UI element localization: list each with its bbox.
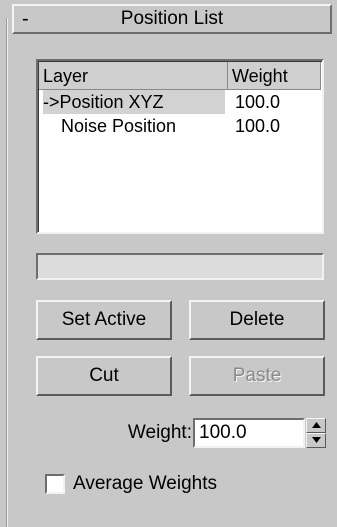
delete-button[interactable]: Delete [189, 300, 325, 340]
layer-listbox-body: Layer Weight ->Position XYZ 100.0 Noise … [38, 61, 322, 232]
weight-input[interactable]: 100.0 [193, 418, 305, 448]
rollout-header[interactable]: Position List - [12, 4, 332, 34]
weight-spinner[interactable] [306, 418, 326, 448]
weight-label: Weight: [127, 422, 192, 443]
list-row-position-xyz[interactable]: ->Position XYZ 100.0 [39, 90, 321, 114]
cut-button[interactable]: Cut [36, 356, 172, 396]
rollout-title: Position List [120, 8, 224, 29]
collapse-toggle[interactable]: - [22, 6, 29, 32]
row-weight-value: 100.0 [235, 92, 281, 112]
spinner-down-button[interactable] [306, 433, 326, 448]
spinner-up-button[interactable] [306, 418, 326, 433]
row-weight-value: 100.0 [235, 116, 281, 136]
row-layer-name: Noise Position [61, 116, 177, 136]
average-weights-checkbox[interactable] [45, 474, 65, 494]
row-layer-name: ->Position XYZ [43, 90, 225, 114]
average-weights-label[interactable]: Average Weights [73, 470, 217, 498]
layer-name-field[interactable] [36, 253, 324, 280]
set-active-button[interactable]: Set Active [36, 300, 172, 340]
paste-button[interactable]: Paste [189, 356, 325, 396]
spinner-up-arrow-icon [312, 422, 321, 428]
rollout-border [6, 18, 7, 527]
column-header-weight[interactable]: Weight [228, 62, 321, 90]
position-list-panel: Position List - Layer Weight ->Position … [0, 0, 337, 527]
layer-listbox[interactable]: Layer Weight ->Position XYZ 100.0 Noise … [36, 59, 324, 234]
list-row-noise-position[interactable]: Noise Position 100.0 [39, 114, 321, 138]
spinner-down-arrow-icon [312, 437, 321, 443]
column-header-layer[interactable]: Layer [39, 62, 228, 90]
